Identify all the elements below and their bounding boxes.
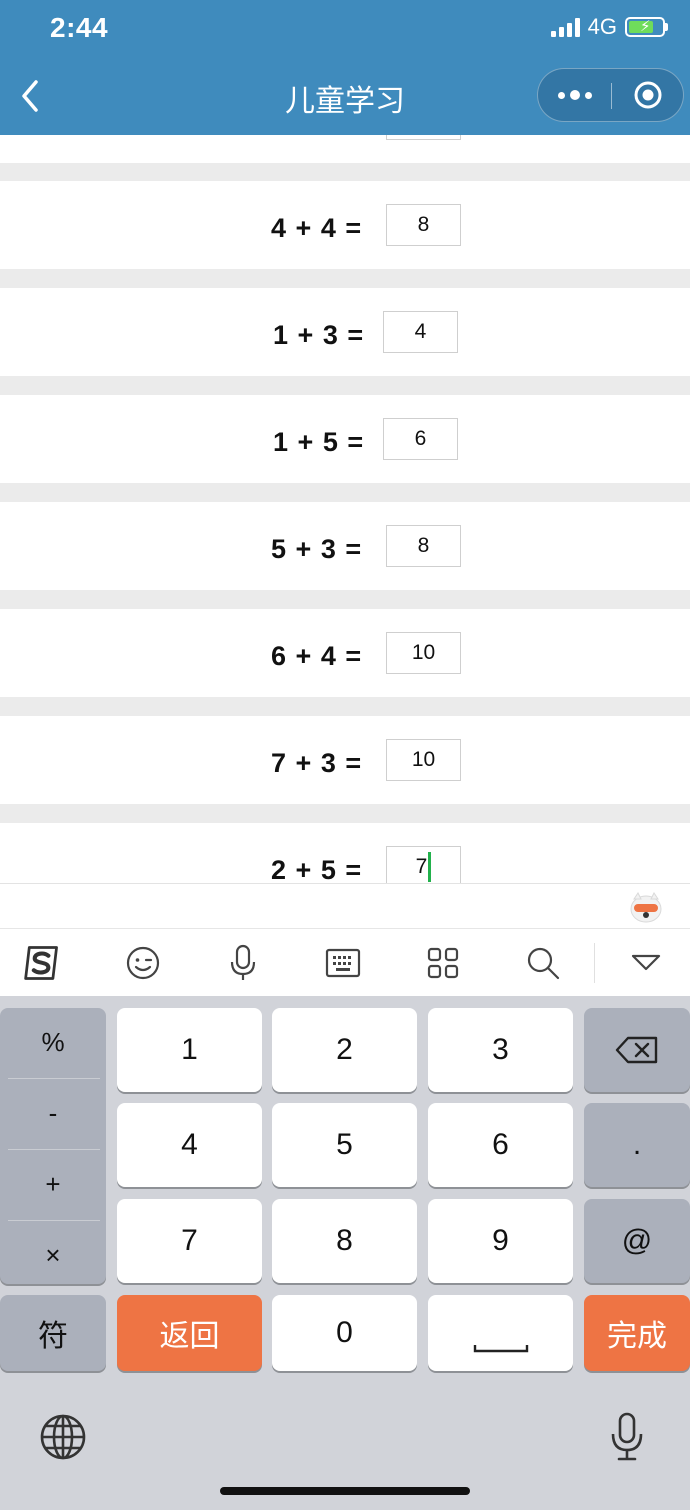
key-0[interactable]: 0 (272, 1295, 417, 1371)
problem-expression: 1 + 5 = (273, 427, 365, 457)
search-button[interactable] (523, 943, 563, 983)
space-key[interactable] (428, 1295, 573, 1371)
problem-row: 1 + 3 = 4 (0, 288, 690, 376)
key-5[interactable]: 5 (272, 1103, 417, 1187)
globe-icon (40, 1414, 86, 1460)
grid-icon (427, 947, 459, 979)
problem-row: 1 + 5 = 6 (0, 395, 690, 483)
collapse-keyboard-icon (631, 954, 661, 971)
problem-row: 5 + 3 = 8 (0, 502, 690, 590)
miniprogram-capsule (537, 68, 684, 122)
globe-key[interactable] (28, 1408, 98, 1466)
network-type: 4G (587, 14, 617, 39)
key-plus[interactable]: + (0, 1150, 106, 1219)
key-1[interactable]: 1 (117, 1008, 262, 1092)
key-9[interactable]: 9 (428, 1199, 573, 1283)
keyboard-icon (325, 948, 361, 978)
voice-input-button[interactable] (223, 943, 263, 983)
problem-expression: 2 + 5 = (271, 855, 363, 883)
backspace-key[interactable] (584, 1008, 690, 1092)
key-6[interactable]: 6 (428, 1103, 573, 1187)
sogou-logo-button[interactable] (22, 943, 62, 983)
apps-button[interactable] (423, 943, 463, 983)
problem-row: 4 + 4 = 8 (0, 181, 690, 269)
key-2[interactable]: 2 (272, 1008, 417, 1092)
candidate-bar (0, 883, 690, 928)
emoji-icon (126, 946, 160, 980)
answer-input[interactable]: 6 (383, 418, 458, 460)
key-minus[interactable]: - (0, 1079, 106, 1148)
close-miniprogram-button[interactable] (612, 69, 684, 121)
more-button[interactable] (538, 69, 611, 121)
answer-input-focused[interactable]: 7 (386, 846, 461, 883)
dictation-key[interactable] (592, 1408, 662, 1466)
key-4[interactable]: 4 (117, 1103, 262, 1187)
problem-expression: 4 + 4 = (271, 213, 363, 243)
signal-icon (550, 17, 580, 37)
key-dot[interactable]: . (584, 1103, 690, 1187)
microphone-icon (230, 944, 256, 980)
back-key[interactable]: 返回 (117, 1295, 262, 1371)
key-percent[interactable]: % (0, 1008, 106, 1077)
target-circle-icon (634, 81, 662, 109)
answer-input[interactable]: 10 (386, 739, 461, 781)
battery-icon: ⚡ (625, 17, 668, 37)
key-8[interactable]: 8 (272, 1199, 417, 1283)
problem-row: 7 + 3 = 10 (0, 716, 690, 804)
backspace-icon (615, 1036, 658, 1064)
mascot-icon[interactable] (628, 889, 664, 925)
emoji-button[interactable] (123, 943, 163, 983)
answer-input[interactable]: 8 (386, 204, 461, 246)
ime-toolbar (0, 928, 690, 996)
problem-list[interactable]: 4 + 4 = 8 1 + 3 = 4 1 + 5 = 6 5 + 3 = 8 … (0, 135, 690, 883)
status-time: 2:44 (50, 12, 109, 43)
problem-expression: 1 + 3 = (273, 320, 365, 350)
key-3[interactable]: 3 (428, 1008, 573, 1092)
search-icon (527, 947, 560, 980)
key-7[interactable]: 7 (117, 1199, 262, 1283)
text-cursor (428, 852, 432, 883)
symbols-key[interactable]: 符 (0, 1295, 106, 1371)
more-dots-icon (557, 91, 565, 99)
key-at[interactable]: @ (584, 1199, 690, 1283)
microphone-icon (611, 1412, 643, 1461)
problem-expression: 5 + 3 = (271, 534, 363, 564)
problem-row-partial (0, 135, 690, 163)
problem-row-active: 2 + 5 = 7 (0, 823, 690, 883)
done-key[interactable]: 完成 (584, 1295, 690, 1371)
answer-input[interactable]: 10 (386, 632, 461, 674)
answer-input-partial[interactable] (386, 135, 461, 140)
status-indicators: 4G ⚡ (550, 14, 668, 40)
numeric-keyboard: % - + × 1 2 3 4 5 6 . 7 8 9 @ 符 返回 0 完成 (0, 996, 690, 1510)
answer-input[interactable]: 8 (386, 525, 461, 567)
symbol-column: % - + × (0, 1008, 106, 1284)
home-indicator[interactable] (220, 1487, 470, 1495)
problem-row: 6 + 4 = 10 (0, 609, 690, 697)
hide-keyboard-button[interactable] (626, 943, 666, 983)
answer-input[interactable]: 4 (383, 311, 458, 353)
problem-expression: 6 + 4 = (271, 641, 363, 671)
answer-value: 7 (415, 855, 428, 878)
problem-expression: 7 + 3 = (271, 748, 363, 778)
keyboard-switch-button[interactable] (323, 943, 363, 983)
nav-header: 2:44 4G ⚡ 儿童学习 (0, 0, 690, 135)
sogou-logo-icon (24, 946, 58, 980)
space-icon (473, 1345, 528, 1353)
key-multiply[interactable]: × (0, 1221, 106, 1290)
